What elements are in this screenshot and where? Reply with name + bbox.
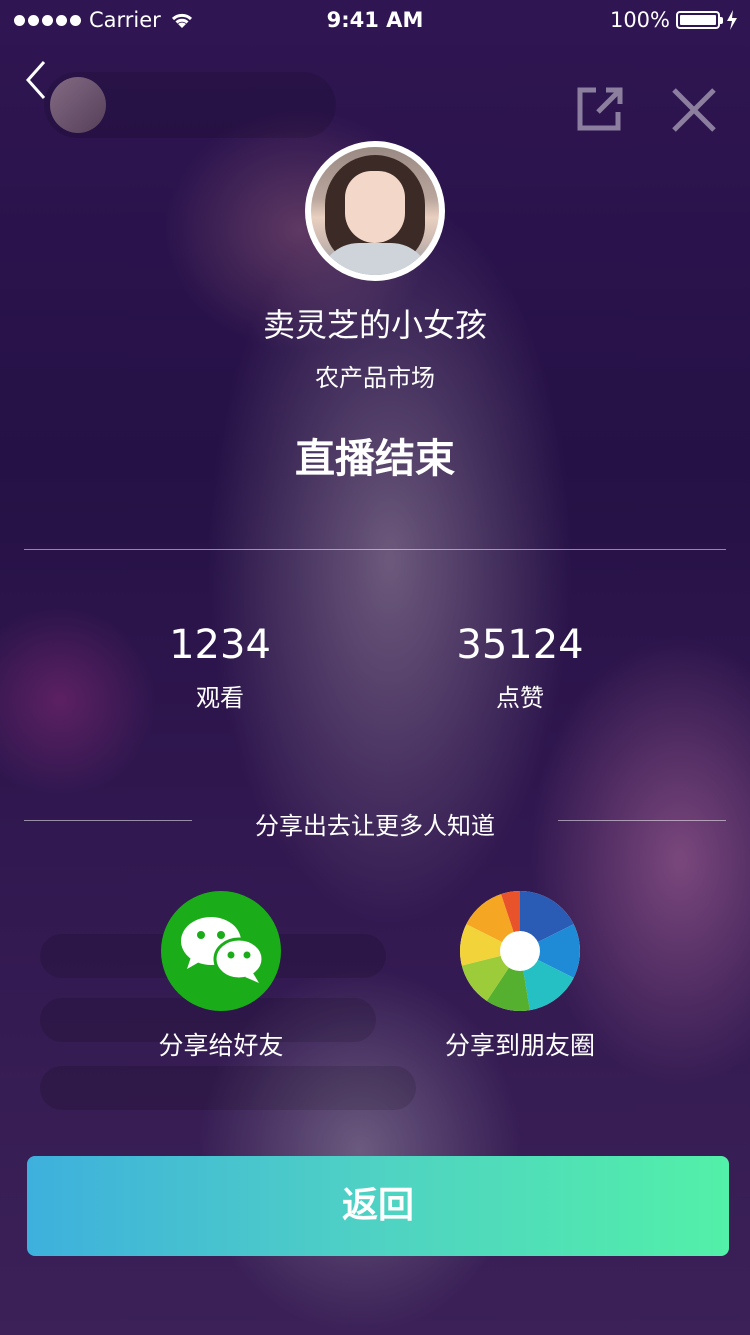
streamer-name: 卖灵芝的小女孩 [262,306,487,344]
close-icon[interactable] [670,86,718,134]
like-count: 35124 [456,622,584,668]
status-bar: Carrier 9:41 AM 100% [0,0,750,40]
charging-icon [727,10,737,30]
wechat-share-button[interactable] [161,891,281,1011]
battery-icon [676,11,723,29]
battery-percent: 100% [609,8,670,32]
like-label: 点赞 [496,684,544,712]
view-label: 观看 [196,684,244,712]
divider [24,549,726,550]
share-icon[interactable] [574,84,626,134]
background-host-pill [44,72,336,138]
view-count: 1234 [169,622,271,668]
back-chevron-icon[interactable] [24,58,64,102]
streamer-category: 农产品市场 [315,364,435,392]
live-end-screen: Carrier 9:41 AM 100% 卖灵芝的小女孩 农产品市场 直播结束 … [0,0,750,1335]
wechat-icon [181,917,265,983]
background-comment [40,1066,416,1110]
moments-share-label[interactable]: 分享到朋友圈 [400,1026,640,1062]
moments-share-button[interactable] [460,891,580,1011]
streamer-avatar [305,141,445,281]
return-button[interactable]: 返回 [27,1156,729,1256]
share-prompt: 分享出去让更多人知道 [255,812,495,840]
live-ended-title: 直播结束 [295,436,455,482]
moments-icon [460,891,580,1011]
wechat-share-label[interactable]: 分享给好友 [101,1026,341,1062]
